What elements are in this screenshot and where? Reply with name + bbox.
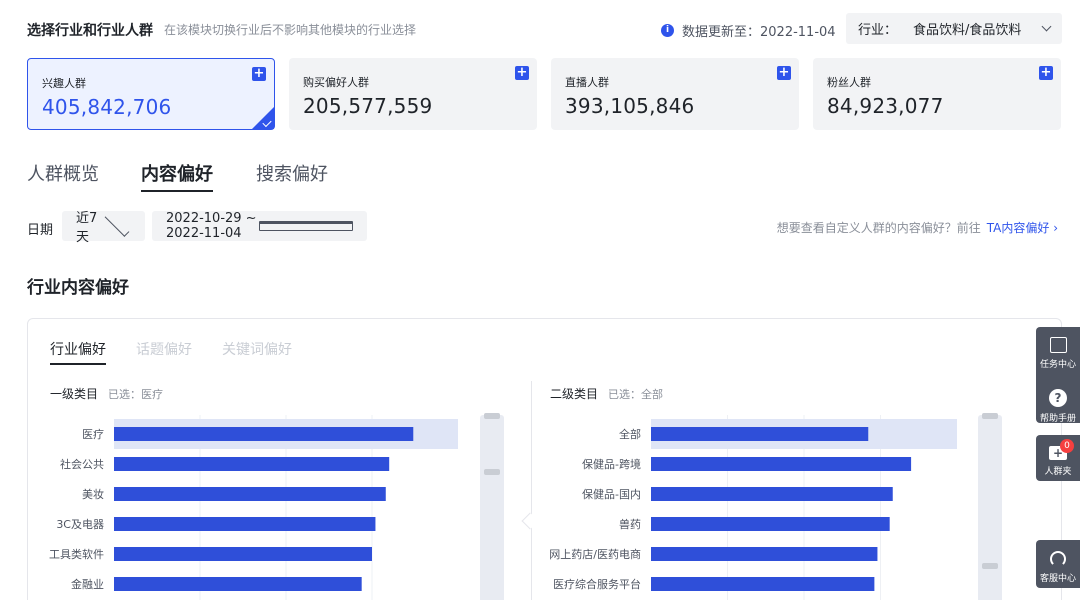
card-fans-audience[interactable]: 粉丝人群 84,923,077 + bbox=[813, 58, 1061, 130]
category-bar[interactable] bbox=[114, 517, 376, 531]
category-label: 网上药店/医药电商 bbox=[549, 547, 641, 561]
scroll-handle[interactable] bbox=[484, 413, 500, 419]
selected-corner bbox=[252, 107, 274, 129]
sidebar-label: 人群夹 bbox=[1044, 467, 1072, 477]
category-label: 工具类软件 bbox=[49, 547, 104, 561]
category-bar[interactable] bbox=[651, 547, 878, 561]
question-icon: ? bbox=[1049, 389, 1067, 407]
primary-title: 一级类目 bbox=[50, 387, 99, 401]
card-value: 205,577,559 bbox=[303, 94, 433, 118]
category-label: 美妆 bbox=[82, 488, 104, 501]
secondary-category-header: 二级类目 已选：全部 bbox=[550, 385, 663, 402]
plus-icon[interactable]: + bbox=[777, 66, 791, 80]
industry-selector-bar: 选择行业和行业人群 在该模块切换行业后不影响其他模块的行业选择 i 数据更新至：… bbox=[27, 12, 1062, 46]
category-label: 医疗综合服务平台 bbox=[553, 577, 641, 591]
ta-hint: 想要查看自定义人群的内容偏好？前往 TA内容偏好 › bbox=[777, 219, 1058, 236]
category-label: 医疗 bbox=[82, 427, 104, 441]
sidebar-label: 帮助手册 bbox=[1039, 414, 1076, 424]
category-bar[interactable] bbox=[651, 457, 912, 471]
secondary-category-chart: 全部保健品-跨境保健品-国内兽药网上药店/医药电商医疗综合服务平台 bbox=[549, 415, 957, 600]
card-name: 购买偏好人群 bbox=[303, 76, 369, 89]
subtab-keyword[interactable]: 关键词偏好 bbox=[222, 339, 292, 359]
category-label: 3C及电器 bbox=[56, 518, 104, 531]
card-value: 393,105,846 bbox=[565, 94, 695, 118]
category-bar[interactable] bbox=[114, 427, 414, 441]
primary-chart-scrollbar[interactable] bbox=[480, 413, 504, 600]
category-label: 兽药 bbox=[619, 517, 641, 531]
date-label: 日期 bbox=[27, 223, 54, 238]
category-label: 保健品-国内 bbox=[582, 487, 641, 501]
category-label: 保健品-跨境 bbox=[582, 457, 641, 471]
date-range-select[interactable]: 近7天 bbox=[62, 211, 145, 245]
date-filters: 日期 近7天 2022-10-29 ~ 2022-11-04 想要查看自定义人群… bbox=[27, 211, 1062, 245]
ta-hint-text: 想要查看自定义人群的内容偏好？前往 bbox=[776, 221, 981, 235]
data-update-info: i 数据更新至：2022-11-04 bbox=[661, 21, 836, 40]
calendar-icon bbox=[258, 221, 353, 231]
secondary-title: 二级类目 bbox=[550, 387, 599, 401]
sidebar-label: 客服中心 bbox=[1039, 574, 1076, 584]
category-bar[interactable] bbox=[114, 487, 386, 501]
chevron-down-icon bbox=[1041, 21, 1052, 32]
info-icon: i bbox=[661, 24, 674, 37]
card-interest-audience[interactable]: 兴趣人群 405,842,706 + bbox=[27, 58, 275, 130]
card-value: 405,842,706 bbox=[42, 95, 172, 119]
primary-category-header: 一级类目 已选：医疗 bbox=[50, 385, 163, 402]
industry-label: 行业： bbox=[858, 23, 898, 38]
scroll-handle[interactable] bbox=[982, 563, 998, 569]
card-live-audience[interactable]: 直播人群 393,105,846 + bbox=[551, 58, 799, 130]
subtab-topic[interactable]: 话题偏好 bbox=[136, 339, 192, 359]
category-bar[interactable] bbox=[651, 487, 893, 501]
category-bar[interactable] bbox=[651, 577, 875, 591]
plus-icon[interactable]: + bbox=[1039, 66, 1053, 80]
category-label: 金融业 bbox=[71, 577, 104, 591]
category-bar[interactable] bbox=[114, 547, 372, 561]
category-bar[interactable] bbox=[651, 427, 869, 441]
card-value: 84,923,077 bbox=[827, 94, 944, 118]
task-list-icon bbox=[1049, 337, 1067, 353]
sidebar-label: 任务中心 bbox=[1039, 360, 1076, 370]
industry-select[interactable]: 行业： 食品饮料/食品饮料 bbox=[846, 13, 1062, 44]
audience-cards: 兴趣人群 405,842,706 + 购买偏好人群 205,577,559 + … bbox=[27, 58, 1062, 130]
chevron-down-icon bbox=[104, 211, 130, 237]
tab-content-preference[interactable]: 内容偏好 bbox=[141, 160, 213, 192]
scroll-handle[interactable] bbox=[982, 413, 998, 419]
headset-icon bbox=[1050, 551, 1066, 567]
date-range-value: 2022-10-29 ~ 2022-11-04 bbox=[166, 211, 257, 241]
count-badge: 0 bbox=[1060, 439, 1074, 453]
update-date: 数据更新至：2022-11-04 bbox=[682, 25, 836, 40]
selector-title: 选择行业和行业人群 bbox=[27, 23, 153, 39]
plus-icon[interactable]: + bbox=[515, 66, 529, 80]
task-center-button[interactable]: 任务中心 bbox=[1036, 327, 1080, 375]
audience-folder-button[interactable]: + 人群夹 0 bbox=[1036, 435, 1080, 481]
primary-selected: 已选：医疗 bbox=[108, 388, 164, 401]
subtab-industry[interactable]: 行业偏好 bbox=[50, 339, 106, 365]
ta-content-link[interactable]: TA内容偏好 › bbox=[987, 221, 1058, 235]
date-picker[interactable]: 2022-10-29 ~ 2022-11-04 bbox=[152, 211, 367, 241]
category-bar[interactable] bbox=[114, 457, 390, 471]
secondary-chart-scrollbar[interactable] bbox=[978, 413, 1002, 600]
card-purchase-audience[interactable]: 购买偏好人群 205,577,559 + bbox=[289, 58, 537, 130]
category-label: 社会公共 bbox=[60, 457, 104, 471]
card-name: 粉丝人群 bbox=[827, 76, 871, 89]
section-title: 行业内容偏好 bbox=[27, 278, 129, 298]
scroll-handle[interactable] bbox=[484, 469, 500, 475]
selector-hint: 在该模块切换行业后不影响其他模块的行业选择 bbox=[164, 23, 417, 37]
tab-search-preference[interactable]: 搜索偏好 bbox=[256, 160, 328, 186]
help-manual-button[interactable]: ? 帮助手册 bbox=[1036, 377, 1080, 424]
primary-category-chart: 医疗社会公共美妆 3C及电器工具类软件金融业 bbox=[49, 415, 458, 600]
industry-value: 食品饮料/食品饮料 bbox=[913, 23, 1022, 38]
customer-service-button[interactable]: 客服中心 bbox=[1036, 540, 1080, 588]
card-name: 兴趣人群 bbox=[42, 77, 86, 90]
secondary-selected: 已选：全部 bbox=[608, 388, 664, 401]
category-bar[interactable] bbox=[651, 517, 890, 531]
range-value: 近7天 bbox=[76, 211, 98, 245]
card-name: 直播人群 bbox=[565, 76, 609, 89]
industry-preference-panel: 行业偏好 话题偏好 关键词偏好 一级类目 已选：医疗 二级类目 已选：全部 医疗社会… bbox=[27, 318, 1062, 600]
category-bar[interactable] bbox=[114, 577, 362, 591]
plus-icon[interactable]: + bbox=[252, 67, 266, 81]
tab-audience-overview[interactable]: 人群概览 bbox=[27, 160, 99, 186]
category-label: 全部 bbox=[619, 427, 641, 441]
